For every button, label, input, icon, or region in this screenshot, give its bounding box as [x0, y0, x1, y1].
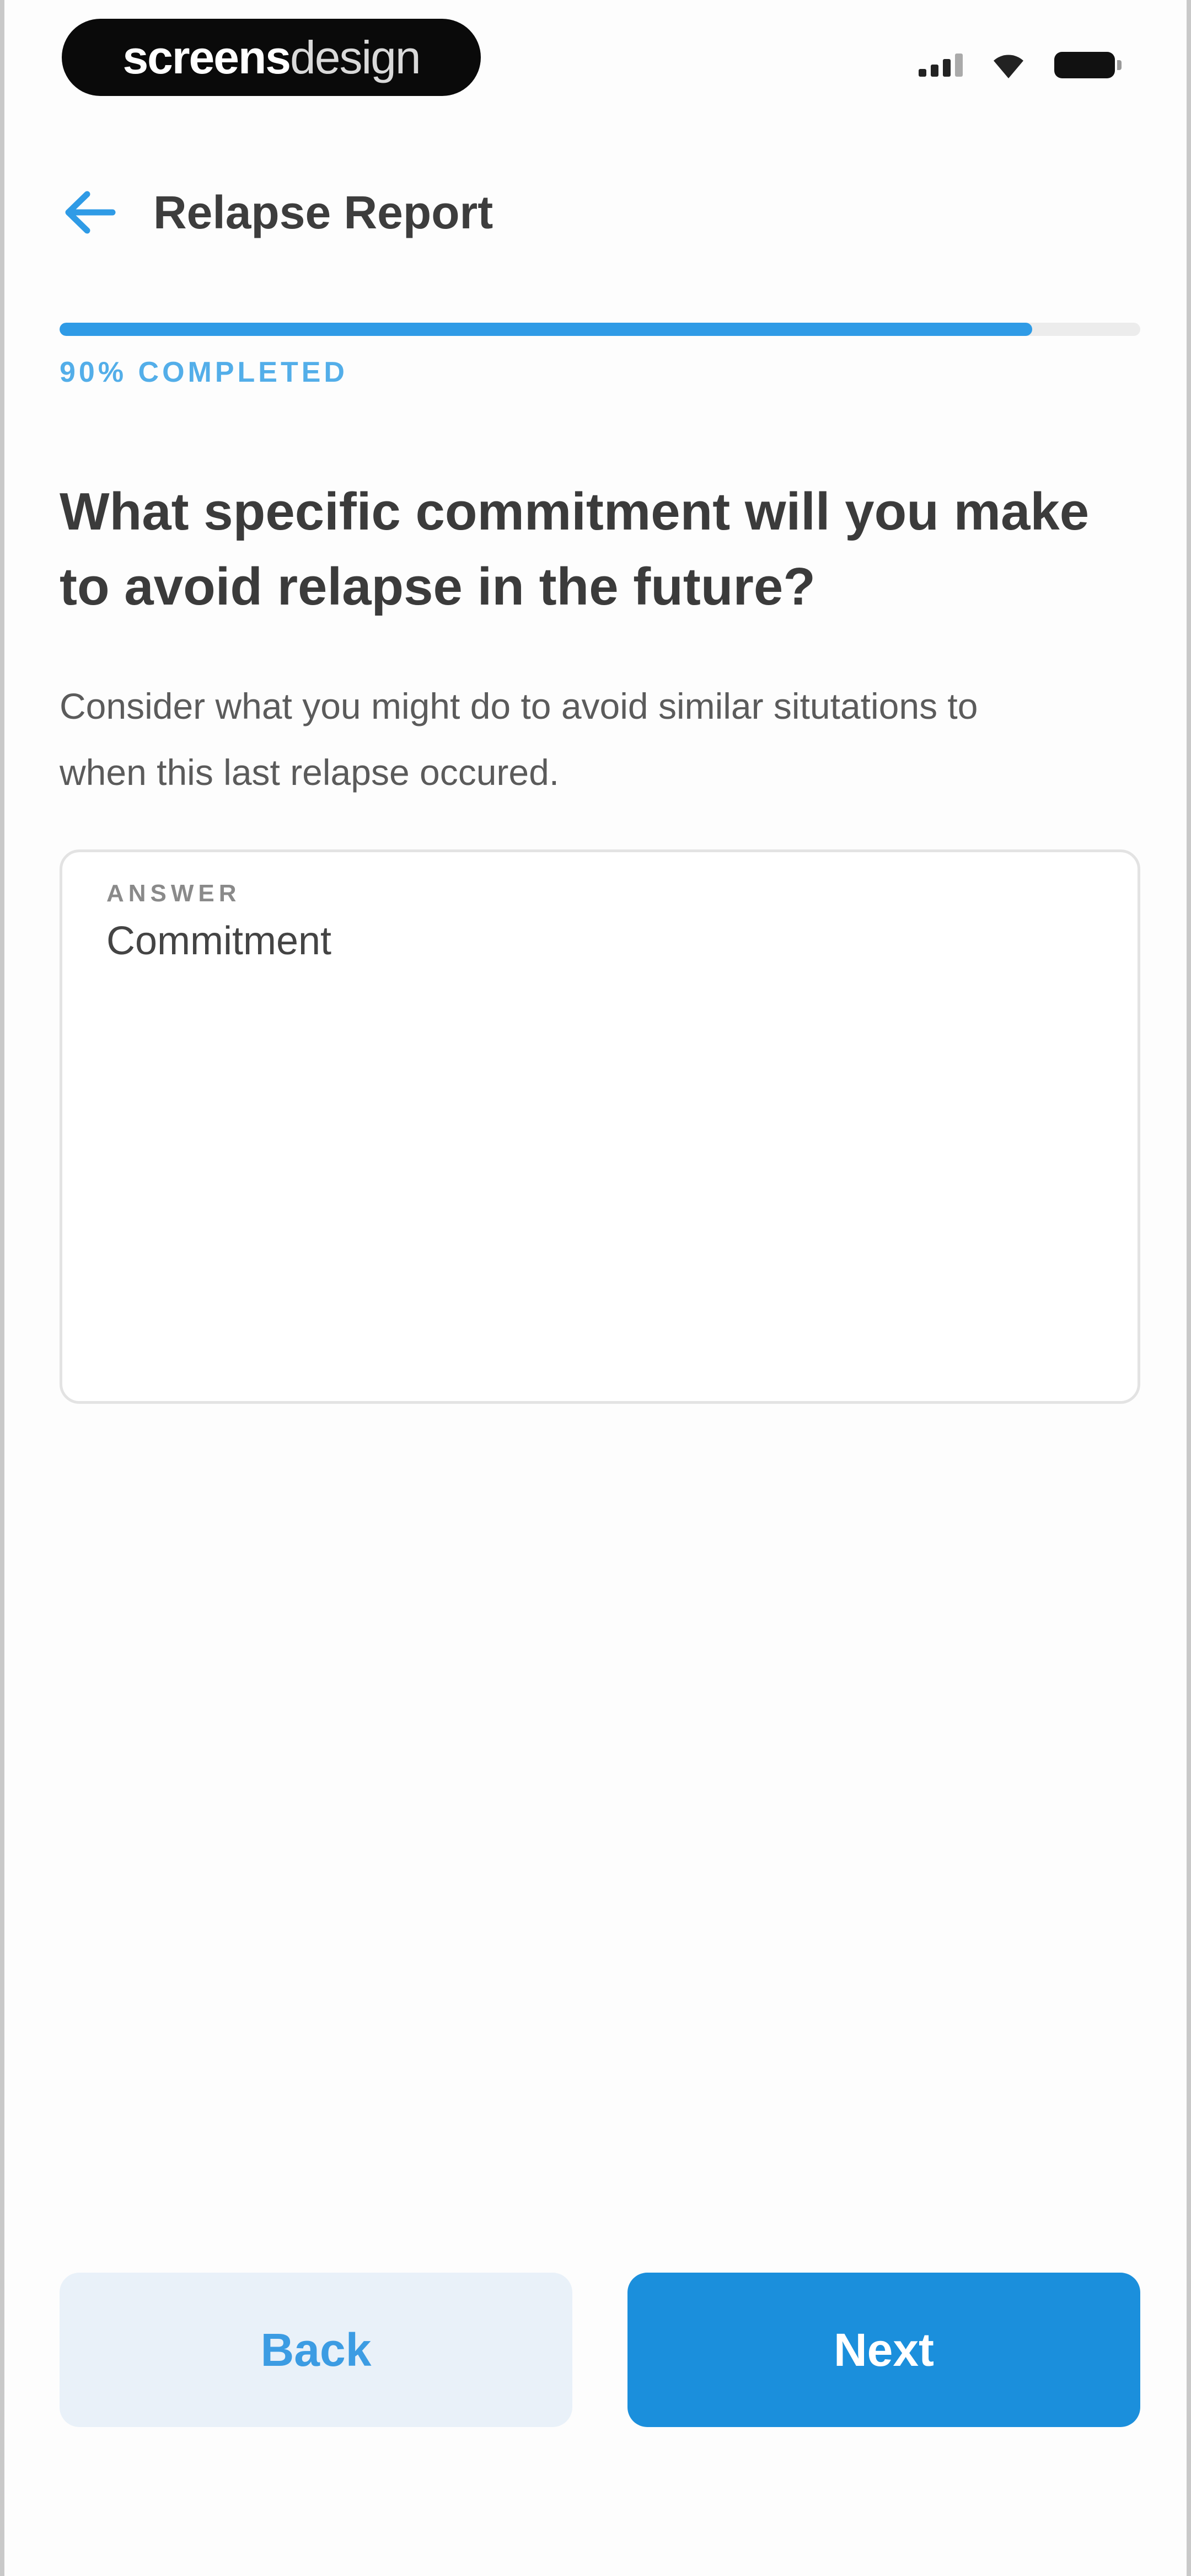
screen: screens design Relapse Report 90% COMPLET… [0, 0, 1191, 2576]
answer-field[interactable]: ANSWER Commitment [60, 849, 1140, 1404]
page-title: Relapse Report [153, 186, 493, 238]
answer-input[interactable]: Commitment [106, 918, 1093, 964]
answer-label: ANSWER [106, 880, 241, 907]
question-hint: Consider what you might do to avoid simi… [60, 686, 978, 793]
progress-fill [60, 323, 1032, 336]
header: Relapse Report [60, 182, 493, 243]
brand-light-text: design [290, 31, 421, 83]
battery-icon [1054, 52, 1122, 78]
back-button[interactable]: Back [60, 2273, 572, 2427]
status-icons [919, 51, 1122, 79]
status-bar: screens design [4, 0, 1187, 110]
brand-logo: screens design [62, 19, 481, 96]
brand-bold-text: screens [122, 31, 291, 83]
next-button[interactable]: Next [627, 2273, 1140, 2427]
cellular-signal-icon [919, 54, 963, 77]
back-arrow-icon[interactable] [60, 182, 120, 243]
progress-label: 90% COMPLETED [60, 356, 348, 388]
question-title: What specific commitment will you make t… [60, 482, 1090, 616]
wifi-icon [994, 55, 1023, 78]
progress-bar [60, 323, 1140, 336]
